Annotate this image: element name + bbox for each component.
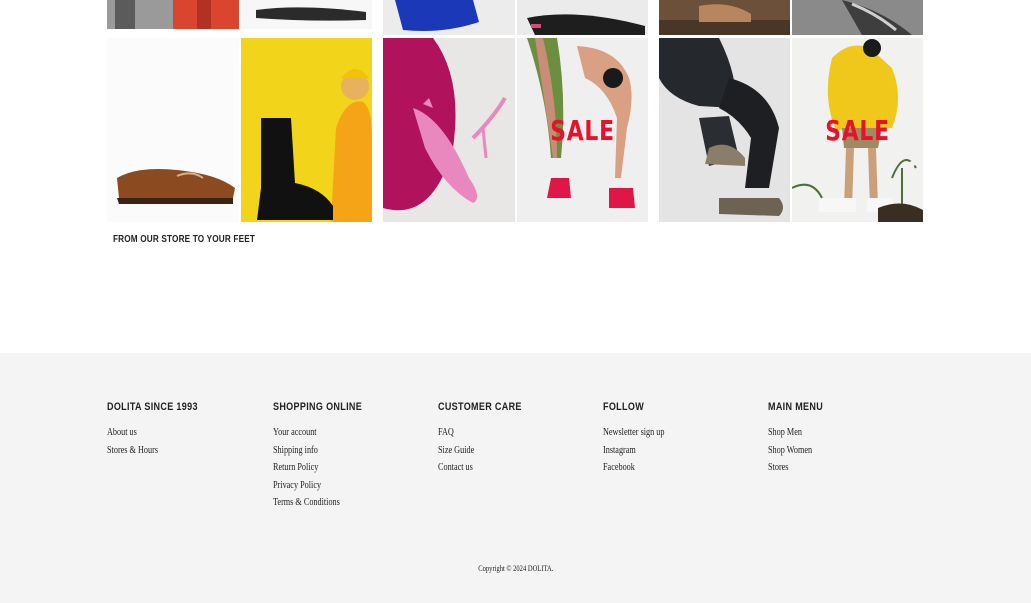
brown-loafer-image	[107, 38, 239, 222]
sale-badge: SALE	[825, 114, 890, 147]
footer-column-title: CUSTOMER CARE	[438, 401, 522, 413]
gallery-tile-top-5[interactable]	[659, 0, 790, 35]
footer-link-privacy-policy[interactable]: Privacy Policy	[273, 480, 321, 491]
product-gallery: SALE SALE	[107, 0, 923, 222]
gallery-tile-top-4[interactable]	[517, 0, 648, 35]
street-photo-image	[107, 0, 239, 29]
store-tagline: FROM OUR STORE TO YOUR FEET	[113, 234, 256, 245]
footer-link-contact-us[interactable]: Contact us	[438, 462, 473, 473]
footer-link-about-us[interactable]: About us	[107, 427, 137, 438]
footer-link-shop-women[interactable]: Shop Women	[768, 445, 812, 456]
sale-badge: SALE	[550, 114, 615, 147]
footer-column-title: MAIN MENU	[768, 401, 824, 413]
footer-link-your-account[interactable]: Your account	[273, 427, 317, 438]
gallery-tile-pink-heel[interactable]	[383, 38, 515, 222]
footer-column-title: FOLLOW	[603, 401, 645, 413]
gallery-tile-chelsea-boot[interactable]	[241, 38, 372, 222]
footer-column-title: SHOPPING ONLINE	[273, 401, 363, 413]
footer-column-follow: FOLLOW Newsletter sign up Instagram Face…	[603, 401, 678, 475]
footer-column-customer-care: CUSTOMER CARE FAQ Size Guide Contact us	[438, 401, 540, 475]
wood-floor-image	[659, 0, 790, 35]
gallery-tile-sale-plants[interactable]: SALE	[792, 38, 923, 222]
footer-link-size-guide[interactable]: Size Guide	[438, 445, 474, 456]
gallery-tile-top-1[interactable]	[107, 0, 239, 29]
footer-link-newsletter[interactable]: Newsletter sign up	[603, 427, 665, 438]
gallery-tile-man-sandals[interactable]	[659, 38, 790, 222]
footer-link-stores-hours[interactable]: Stores & Hours	[107, 445, 158, 456]
gallery-tile-top-6[interactable]	[792, 0, 923, 35]
footer-column-main-menu: MAIN MENU Shop Men Shop Women Stores	[768, 401, 835, 475]
footer-link-terms[interactable]: Terms & Conditions	[273, 497, 340, 508]
chelsea-boot-image	[241, 38, 372, 222]
footer-link-shipping-info[interactable]: Shipping info	[273, 445, 318, 456]
footer-link-shop-men[interactable]: Shop Men	[768, 427, 802, 438]
footer-link-faq[interactable]: FAQ	[438, 427, 454, 438]
blue-platform-image	[383, 0, 515, 35]
footer-link-facebook[interactable]: Facebook	[603, 462, 635, 473]
footer-column-shopping: SHOPPING ONLINE Your account Shipping in…	[273, 401, 382, 510]
man-sandals-image	[659, 38, 790, 222]
pink-heel-image	[383, 38, 515, 222]
site-footer: DOLITA SINCE 1993 About us Stores & Hour…	[0, 353, 1031, 603]
gallery-tile-top-3[interactable]	[383, 0, 515, 35]
footer-link-instagram[interactable]: Instagram	[603, 445, 636, 456]
black-flat-image	[517, 0, 648, 35]
grey-sneaker-image	[792, 0, 923, 35]
black-shoe-image	[241, 0, 372, 29]
copyright-notice: Copyright © 2024 DOLITA.	[0, 564, 1031, 573]
footer-column-about: DOLITA SINCE 1993 About us Stores & Hour…	[107, 401, 218, 457]
copyright-text: Copyright © 2024 DOLITA.	[477, 564, 554, 573]
gallery-tile-top-2[interactable]	[241, 0, 372, 29]
footer-link-stores[interactable]: Stores	[768, 462, 789, 473]
gallery-tile-sale-woman[interactable]: SALE	[517, 38, 648, 222]
footer-link-return-policy[interactable]: Return Policy	[273, 462, 318, 473]
gallery-tile-loafer[interactable]	[107, 38, 239, 222]
footer-column-title: DOLITA SINCE 1993	[107, 401, 198, 413]
